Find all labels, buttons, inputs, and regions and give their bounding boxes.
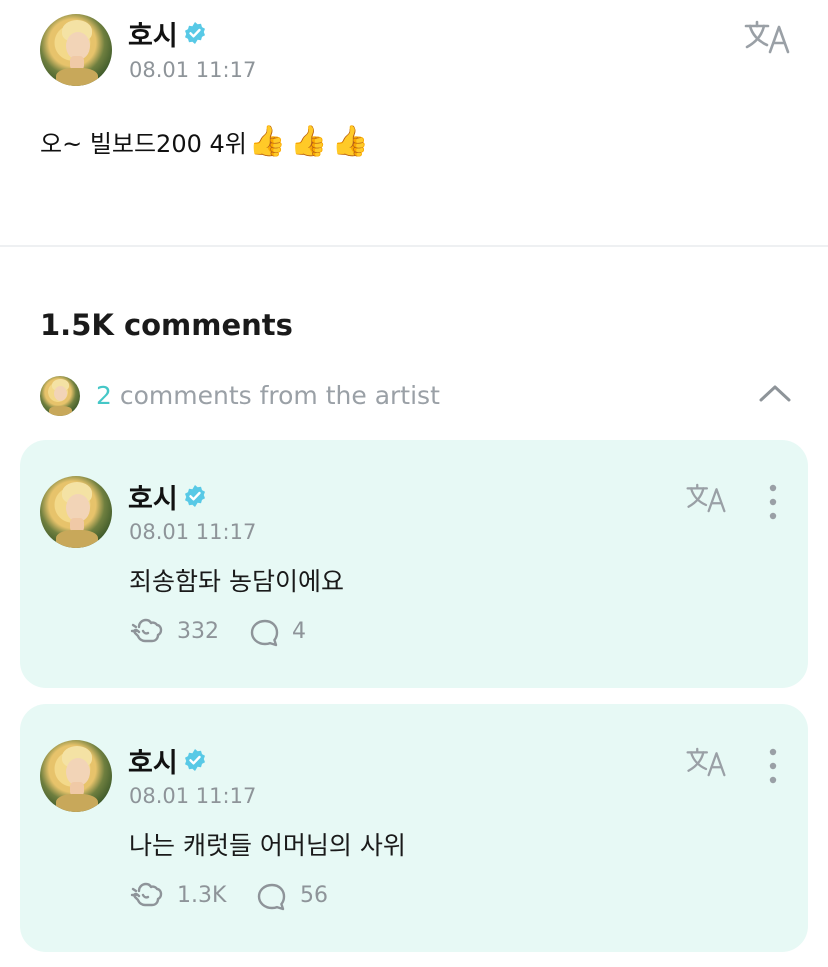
post-timestamp: 08.01 11:17: [129, 58, 257, 82]
comment-author-avatar[interactable]: [40, 740, 112, 812]
translate-icon[interactable]: [685, 482, 727, 514]
comment-bubble-icon[interactable]: [256, 882, 288, 912]
chevron-up-icon[interactable]: [757, 382, 793, 406]
post-author-name[interactable]: 호시: [128, 14, 178, 53]
artist-comments-label: comments from the artist: [119, 381, 440, 410]
translate-icon[interactable]: [685, 746, 727, 778]
thumbs-up-emojis: 👍👍👍: [248, 124, 373, 159]
comment-author-name[interactable]: 호시: [128, 741, 178, 780]
artist-comments-avatar: [40, 376, 80, 416]
artist-comments-count: 2: [96, 381, 112, 410]
like-count: 1.3K: [177, 883, 227, 908]
comment-timestamp: 08.01 11:17: [129, 520, 257, 544]
comment-text: 나는 캐럿들 어머님의 사위: [129, 831, 406, 860]
section-divider: [0, 245, 828, 247]
verified-badge-icon: [185, 749, 205, 771]
comment-bubble-icon[interactable]: [249, 618, 281, 648]
like-icon[interactable]: [130, 617, 164, 647]
more-vertical-icon[interactable]: [764, 483, 782, 521]
more-vertical-icon[interactable]: [764, 747, 782, 785]
verified-badge-icon: [185, 485, 205, 507]
like-icon[interactable]: [130, 881, 164, 911]
comment-author-avatar[interactable]: [40, 476, 112, 548]
like-count: 332: [177, 619, 219, 644]
translate-icon[interactable]: [743, 19, 791, 55]
comment-text: 죄송함돠 농담이에요: [129, 567, 344, 596]
reply-count: 4: [292, 619, 306, 644]
comments-count-title: 1.5K comments: [40, 308, 293, 342]
artist-comments-toggle[interactable]: 2 comments from the artist: [96, 381, 440, 410]
post-text: 오~ 빌보드200 4위: [40, 130, 247, 158]
post-author-avatar[interactable]: [40, 14, 112, 86]
verified-badge-icon: [185, 22, 205, 44]
comment-timestamp: 08.01 11:17: [129, 784, 257, 808]
comment-author-name[interactable]: 호시: [128, 477, 178, 516]
reply-count: 56: [300, 883, 328, 908]
